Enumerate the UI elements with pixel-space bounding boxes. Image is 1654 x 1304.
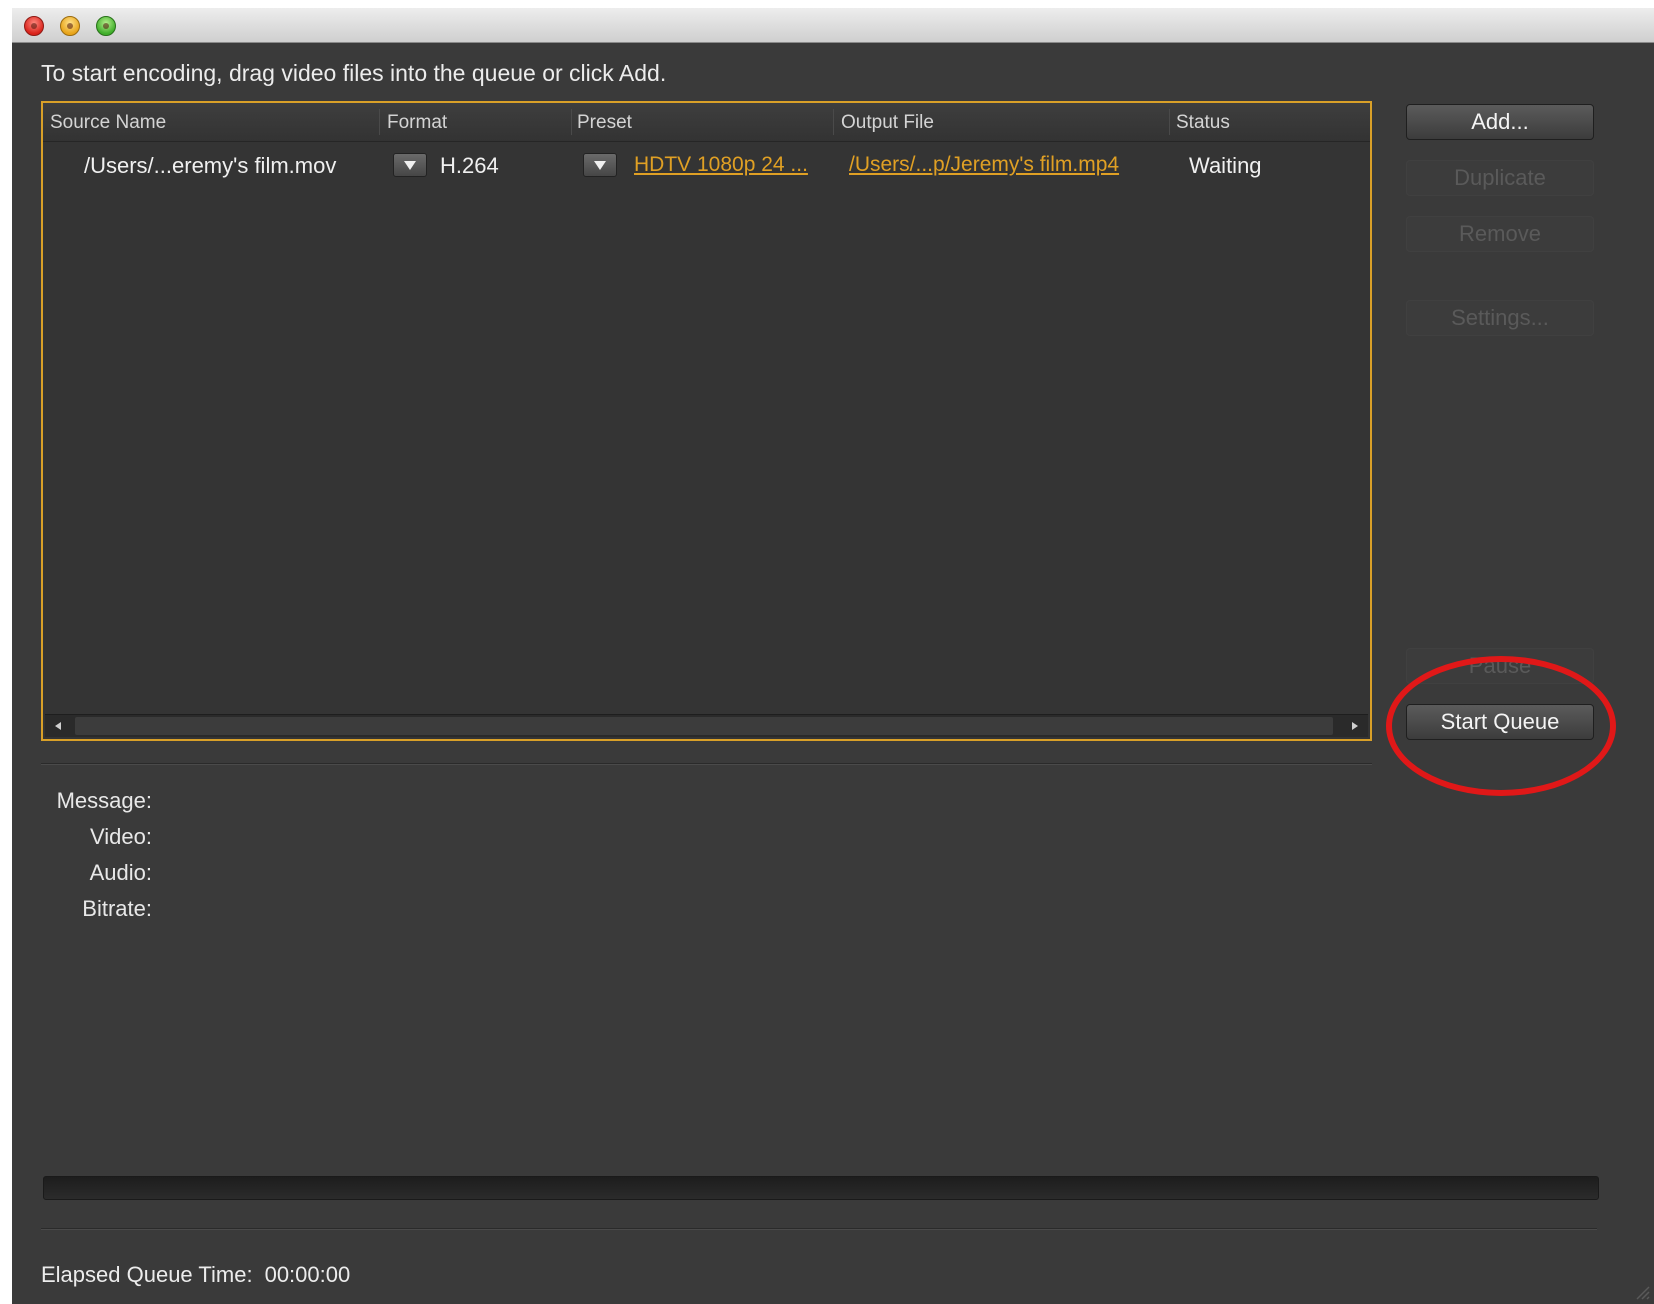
column-header-source[interactable]: Source Name — [50, 112, 166, 134]
elapsed-value: 00:00:00 — [264, 1262, 351, 1287]
format-dropdown[interactable] — [393, 153, 427, 177]
horizontal-scrollbar[interactable] — [45, 714, 1368, 737]
column-header-format[interactable]: Format — [387, 112, 447, 134]
arrow-right-icon[interactable] — [1348, 719, 1362, 733]
duplicate-button[interactable]: Duplicate — [1406, 160, 1594, 196]
start-queue-button[interactable]: Start Queue — [1406, 704, 1594, 740]
zoom-icon[interactable] — [96, 16, 116, 36]
close-icon[interactable] — [24, 16, 44, 36]
column-separator[interactable] — [1169, 109, 1170, 135]
divider — [41, 1228, 1597, 1230]
column-separator[interactable] — [379, 109, 380, 135]
elapsed-queue-time: Elapsed Queue Time: 00:00:00 — [41, 1262, 350, 1288]
column-separator[interactable] — [833, 109, 834, 135]
queue-panel[interactable]: Source Name Format Preset Output File St… — [41, 101, 1372, 741]
queue-header: Source Name Format Preset Output File St… — [43, 103, 1370, 142]
column-header-preset[interactable]: Preset — [577, 112, 632, 134]
elapsed-label: Elapsed Queue Time: — [41, 1262, 253, 1287]
instructions-text: To start encoding, drag video files into… — [41, 60, 667, 86]
settings-button[interactable]: Settings... — [1406, 300, 1594, 336]
queue-progress-bar — [43, 1176, 1599, 1200]
resize-grip-icon[interactable] — [1632, 1282, 1650, 1300]
minimize-icon[interactable] — [60, 16, 80, 36]
pause-button[interactable]: Pause — [1406, 648, 1594, 684]
scrollbar-thumb[interactable] — [75, 717, 1333, 735]
column-header-status[interactable]: Status — [1176, 112, 1230, 134]
preset-dropdown[interactable] — [583, 153, 617, 177]
column-separator[interactable] — [571, 109, 572, 135]
bitrate-label: Bitrate: — [82, 896, 152, 921]
status-cell: Waiting — [1189, 153, 1262, 178]
video-label: Video: — [90, 824, 152, 849]
add-button[interactable]: Add... — [1406, 104, 1594, 140]
audio-label: Audio: — [89, 860, 152, 885]
message-label: Message: — [56, 788, 152, 813]
title-bar — [12, 8, 1654, 43]
queue-row[interactable]: /Users/...eremy's film.mov H.264 HDTV 10… — [43, 143, 1370, 183]
chevron-down-icon — [404, 161, 416, 170]
source-name-cell: /Users/...eremy's film.mov — [84, 153, 337, 178]
column-header-output[interactable]: Output File — [841, 112, 934, 134]
output-file-link[interactable]: /Users/...p/Jeremy's film.mp4 — [849, 153, 1119, 177]
divider — [41, 763, 1372, 765]
format-value: H.264 — [440, 153, 499, 178]
arrow-left-icon[interactable] — [51, 719, 65, 733]
chevron-down-icon — [594, 161, 606, 170]
encoder-window: To start encoding, drag video files into… — [12, 8, 1654, 1304]
remove-button[interactable]: Remove — [1406, 216, 1594, 252]
preset-link[interactable]: HDTV 1080p 24 ... — [634, 153, 808, 177]
